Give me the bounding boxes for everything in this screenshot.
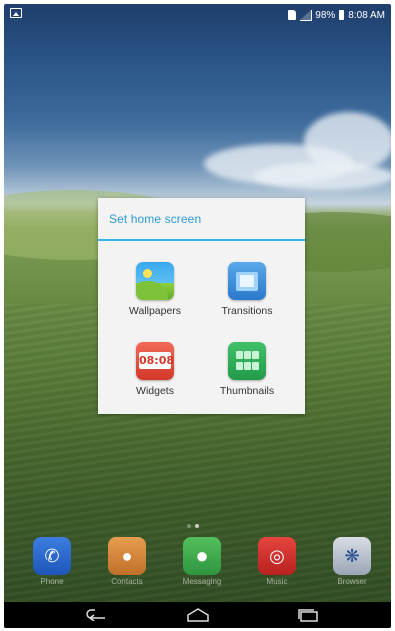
option-label: Wallpapers — [128, 305, 182, 317]
option-label: Widgets — [136, 385, 174, 397]
option-wallpapers[interactable]: Wallpapers — [110, 262, 200, 317]
transitions-icon — [228, 262, 266, 300]
signal-icon — [300, 10, 313, 21]
home-icon[interactable] — [178, 606, 218, 624]
dialog-divider — [98, 239, 305, 241]
thumbnails-icon — [228, 342, 266, 380]
wallpapers-icon — [136, 262, 174, 300]
page-indicator-dot-active — [195, 524, 199, 528]
set-home-screen-dialog: Set home screen Wallpapers Transitions 0… — [98, 198, 305, 414]
wallpaper-cloud — [254, 162, 391, 190]
messaging-icon: ● — [183, 537, 221, 575]
option-label: Transitions — [221, 305, 273, 317]
music-icon: ◎ — [258, 537, 296, 575]
back-icon[interactable] — [76, 606, 116, 624]
navigation-bar — [4, 602, 391, 628]
dock-browser[interactable]: ❋ Browser — [324, 537, 380, 586]
gallery-icon — [10, 8, 22, 18]
dock-contacts[interactable]: ● Contacts — [99, 537, 155, 586]
widgets-icon: 08:08 — [136, 342, 174, 380]
widget-clock-text: 08:08 — [139, 352, 174, 369]
phone-icon: ✆ — [33, 537, 71, 575]
dialog-title: Set home screen — [109, 212, 202, 226]
clock: 8:08 AM — [348, 9, 385, 21]
contacts-icon: ● — [108, 537, 146, 575]
recents-icon[interactable] — [288, 606, 328, 624]
dock-music[interactable]: ◎ Music — [249, 537, 305, 586]
dock-phone[interactable]: ✆ Phone — [24, 537, 80, 586]
dock-label: Messaging — [182, 577, 222, 586]
option-thumbnails[interactable]: Thumbnails — [202, 342, 292, 397]
option-widgets[interactable]: 08:08 Widgets — [110, 342, 200, 397]
option-label: Thumbnails — [219, 385, 275, 397]
dock-label: Music — [266, 577, 288, 586]
dock-messaging[interactable]: ● Messaging — [174, 537, 230, 586]
home-screen: 98% 8:08 AM Set home screen Wallpapers T… — [4, 4, 391, 628]
battery-percent: 98% — [315, 9, 336, 21]
page-indicator-dot — [187, 524, 191, 528]
sim-icon — [288, 10, 297, 20]
browser-icon: ❋ — [333, 537, 371, 575]
status-bar: 98% 8:08 AM — [4, 4, 391, 26]
dock-label: Phone — [40, 577, 64, 586]
option-transitions[interactable]: Transitions — [202, 262, 292, 317]
status-right: 98% 8:08 AM — [288, 8, 385, 22]
battery-icon — [339, 10, 345, 20]
dock-label: Contacts — [111, 577, 143, 586]
dock-label: Browser — [337, 577, 367, 586]
